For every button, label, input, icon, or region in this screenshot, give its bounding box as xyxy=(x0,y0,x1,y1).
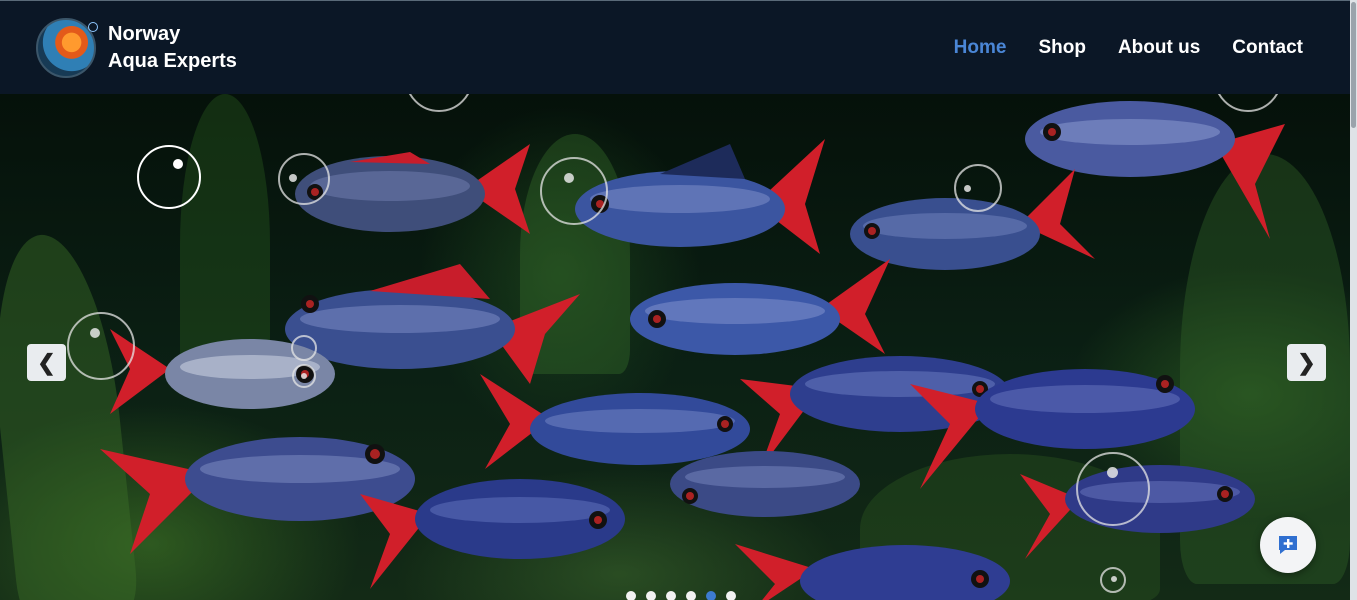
carousel-indicators xyxy=(626,591,736,600)
brand-name: Norway Aqua Experts xyxy=(108,21,237,75)
nav-about-us[interactable]: About us xyxy=(1118,37,1200,59)
brand-line-1: Norway xyxy=(108,22,181,45)
nav-contact[interactable]: Contact xyxy=(1232,37,1303,59)
bubble xyxy=(405,94,473,112)
bubble xyxy=(954,164,1002,212)
bubble xyxy=(67,312,135,380)
bubble xyxy=(1076,452,1150,526)
site-header: Norway Aqua Experts Home Shop About us C… xyxy=(0,0,1357,94)
fish-13 xyxy=(670,451,860,517)
bubble xyxy=(291,335,317,361)
bubble xyxy=(137,145,201,209)
nav-home[interactable]: Home xyxy=(954,37,1007,59)
fish-12 xyxy=(360,479,625,589)
bubble xyxy=(292,364,316,388)
carousel-indicator-1[interactable] xyxy=(626,591,636,600)
carousel-indicator-5[interactable] xyxy=(706,591,716,600)
carousel-indicator-6[interactable] xyxy=(726,591,736,600)
brand-line-2: Aqua Experts xyxy=(108,49,237,72)
scrollbar-thumb[interactable] xyxy=(1351,2,1356,128)
bubble xyxy=(540,157,608,225)
carousel-next-button[interactable]: ❯ xyxy=(1287,344,1326,381)
carousel-prev-button[interactable]: ❮ xyxy=(27,344,66,381)
fish-2 xyxy=(575,139,825,254)
bubble xyxy=(278,153,330,205)
fish-15 xyxy=(735,544,1010,600)
chat-button[interactable] xyxy=(1260,517,1316,573)
carousel-indicator-4[interactable] xyxy=(686,591,696,600)
aquarium-fish-logo-icon xyxy=(36,17,98,78)
page-scrollbar[interactable] xyxy=(1350,0,1357,600)
chat-plus-icon xyxy=(1279,536,1297,554)
carousel-indicator-3[interactable] xyxy=(666,591,676,600)
hero-carousel: ❮ ❯ xyxy=(0,94,1357,600)
brand[interactable]: Norway Aqua Experts xyxy=(36,17,237,78)
main-nav: Home Shop About us Contact xyxy=(954,37,1303,59)
bubble xyxy=(1100,567,1126,593)
nav-shop[interactable]: Shop xyxy=(1038,37,1086,59)
carousel-indicator-2[interactable] xyxy=(646,591,656,600)
